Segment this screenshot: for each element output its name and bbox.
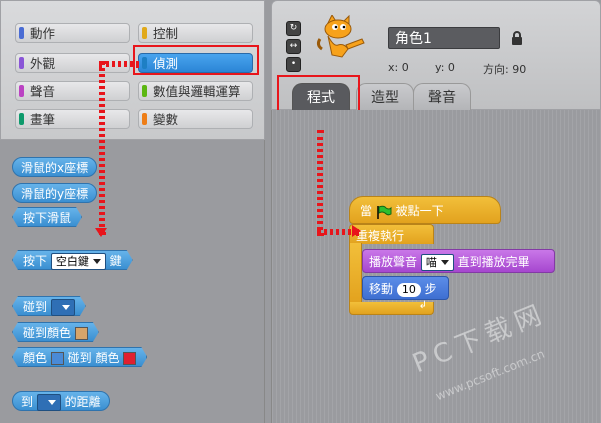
color-swatch[interactable] [123,352,136,365]
category-label: 控制 [153,26,179,41]
block-touching-color[interactable]: 碰到顏色 [12,322,99,342]
flip-left-right-icon[interactable]: ↔ [286,39,301,54]
category-color-tab [142,27,147,39]
block-mouse-x[interactable]: 滑鼠的x座標 [12,157,98,177]
arrow-right-icon [352,225,361,237]
block-label: 滑鼠的x座標 [21,161,89,175]
tab-costumes[interactable]: 造型 [356,83,414,111]
category-label: 聲音 [30,84,56,99]
category-label: 畫筆 [30,112,56,127]
forever-bottom: ↲ [349,300,434,315]
block-label: 鍵 [109,254,122,268]
block-distance-to[interactable]: 到 的距離 [12,391,110,411]
no-rotate-icon[interactable]: • [286,57,301,72]
block-play-sound-until-done[interactable]: 播放聲音 喵 直到播放完畢 [362,249,555,273]
block-label: 滑鼠的y座標 [21,187,89,201]
color-swatch[interactable] [75,327,88,340]
block-move-steps[interactable]: 移動 10 步 [362,276,449,300]
key-dropdown[interactable]: 空白鍵 [51,253,106,270]
highlight-connector [99,61,105,235]
sprite-direction-readout: 方向: 90 [483,63,527,76]
block-label: 的距離 [64,395,101,409]
category-color-tab [142,85,147,97]
block-label: 當 [360,204,373,218]
sprite-x-readout: x: 0 [388,61,409,74]
block-label: 移動 [369,282,394,296]
category-motion[interactable]: 動作 [15,23,130,43]
block-label: 碰到 [23,300,48,314]
category-color-tab [19,57,24,69]
block-label: 到 [21,395,34,409]
color-swatch[interactable] [51,352,64,365]
block-mouse-y[interactable]: 滑鼠的y座標 [12,183,98,203]
highlight-connector [99,61,139,67]
cat-sprite-icon [316,15,365,58]
category-label: 外觀 [30,56,56,71]
category-operators[interactable]: 數值與邏輯運算 [138,81,253,101]
block-label: 顏色 [23,351,48,365]
block-label: 碰到顏色 [23,326,72,340]
category-color-tab [142,113,147,125]
category-label: 動作 [30,26,56,41]
block-label: 被點一下 [395,204,444,218]
block-label: 播放聲音 [369,255,418,269]
sound-dropdown[interactable]: 喵 [420,254,454,271]
tab-sounds[interactable]: 聲音 [413,83,471,111]
highlight-connector [317,130,323,236]
category-color-tab [19,27,24,39]
highlight-box-sensing [133,45,259,75]
forever-arm [349,243,362,303]
category-label: 變數 [153,112,179,127]
block-mouse-down[interactable]: 按下滑鼠 [12,207,82,227]
category-control[interactable]: 控制 [138,23,253,43]
block-color-touching-color[interactable]: 顏色 碰到 顏色 [12,347,147,367]
block-label: 按下滑鼠 [23,211,72,225]
green-flag-icon [377,205,392,219]
block-forever[interactable]: 重複執行 [349,224,434,244]
block-label: 重複執行 [356,229,405,243]
block-touching[interactable]: 碰到 [12,296,86,316]
block-label: 碰到 顏色 [67,351,120,365]
category-pen[interactable]: 畫筆 [15,109,130,129]
category-label: 數值與邏輯運算 [153,84,241,99]
block-when-flag-clicked[interactable]: 當 被點一下 [349,196,501,224]
category-color-tab [19,85,24,97]
loop-arrow-icon: ↲ [418,300,427,311]
touching-dropdown[interactable] [51,299,75,316]
distance-dropdown[interactable] [36,394,61,411]
sprite-name-field[interactable]: 角色1 [388,27,500,49]
arrow-down-icon [95,228,107,237]
category-sound[interactable]: 聲音 [15,81,130,101]
block-label: 步 [424,282,437,296]
sprite-y-readout: y: 0 [435,61,455,74]
category-variables[interactable]: 變數 [138,109,253,129]
lock-icon[interactable] [511,31,523,45]
move-steps-input[interactable]: 10 [396,282,421,297]
block-label: 直到播放完畢 [457,255,530,269]
category-color-tab [19,113,24,125]
rotate-all-icon[interactable]: ↻ [286,21,301,36]
block-key-pressed[interactable]: 按下 空白鍵 鍵 [12,250,133,270]
block-label: 按下 [23,254,48,268]
